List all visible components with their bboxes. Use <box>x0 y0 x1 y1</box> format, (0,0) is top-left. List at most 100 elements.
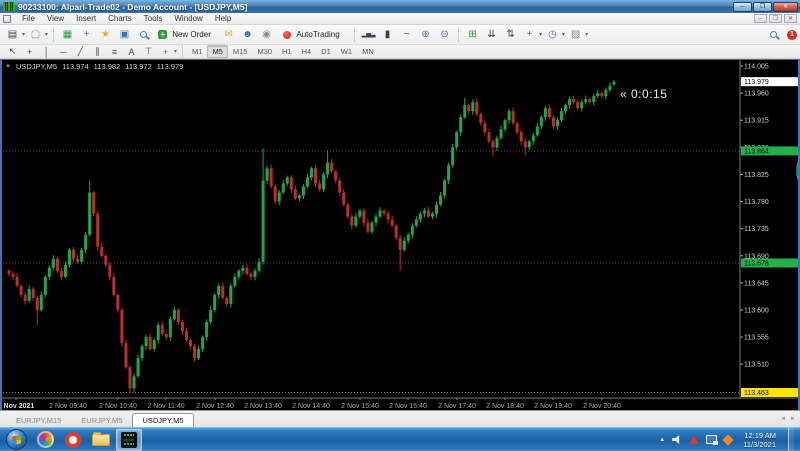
chart-borders: 114.005113.960113.915113.870113.825113.7… <box>0 60 800 398</box>
cursor-tool-button[interactable]: ↖ <box>5 46 20 58</box>
time-axis-label: 2 Nov 2021 <box>0 403 34 410</box>
menu-view[interactable]: View <box>41 14 70 23</box>
taskbar-browser-button[interactable] <box>32 429 58 451</box>
show-hidden-icons-button[interactable]: ▲ <box>659 437 665 443</box>
zoom-in-button[interactable]: ⊕ <box>417 27 434 43</box>
taskbar-alpari-button[interactable]: alpari <box>116 429 142 451</box>
text-label-tool-button[interactable]: ⊤ <box>141 46 156 58</box>
shapes-tool-button[interactable]: + <box>158 46 173 58</box>
arrange-horizontal-button[interactable]: ⇅ <box>502 27 519 43</box>
bid-price-tag: 113.979 <box>741 77 798 86</box>
terminal-button[interactable]: ▣ <box>116 27 133 43</box>
profiles-dropdown-arrow[interactable]: ▾ <box>45 31 48 38</box>
community-button[interactable]: ☻ <box>239 27 256 43</box>
start-button[interactable] <box>6 429 27 450</box>
child-restore-button[interactable]: ❐ <box>769 14 782 23</box>
show-desktop-button[interactable] <box>788 428 794 451</box>
navigator-button[interactable]: ★ <box>97 27 114 43</box>
market-watch-button[interactable]: ▦ <box>59 27 76 43</box>
menu-help[interactable]: Help <box>209 14 237 23</box>
network-icon[interactable] <box>706 435 717 444</box>
taskbar-opera-button[interactable] <box>60 429 86 451</box>
strategy-tester-button[interactable] <box>135 27 152 43</box>
indicators-button[interactable]: + <box>521 27 538 43</box>
price-axis-label: 113.600 <box>744 307 769 314</box>
templates-button[interactable]: ▨ <box>567 27 584 43</box>
channel-tool-button[interactable]: ∥ <box>90 46 105 58</box>
tile-windows-button[interactable]: ⊞ <box>464 27 481 43</box>
bar-chart-button[interactable]: ▂▅▃ <box>360 27 377 43</box>
templates-dropdown-arrow[interactable]: ▾ <box>585 31 588 38</box>
crosshair-tool-button[interactable]: + <box>22 46 37 58</box>
text-tool-button[interactable]: A <box>124 46 139 58</box>
tab-eurjpy-m15[interactable]: EURJPY,M15 <box>6 413 71 427</box>
child-minimize-button[interactable]: ─ <box>754 14 767 23</box>
taskbar-clock[interactable]: 12:19 AM 11/3/2021 <box>743 431 776 449</box>
time-axis: 2 Nov 20212 Nov 09:402 Nov 10:402 Nov 11… <box>0 398 621 410</box>
menu-window[interactable]: Window <box>168 14 208 23</box>
taskbar-explorer-button[interactable] <box>88 429 114 451</box>
timeframe-d1-button[interactable]: D1 <box>316 45 336 58</box>
periods-dropdown-arrow[interactable]: ▾ <box>562 31 565 38</box>
timeframe-w1-button[interactable]: W1 <box>336 45 357 58</box>
line-chart-button[interactable]: ~ <box>398 27 415 43</box>
price-axis-label: 114.005 <box>744 64 769 71</box>
tab-usdjpy-m5[interactable]: USDJPY,M5 <box>132 413 193 428</box>
tab-scroll-arrows: ◄ ► <box>780 416 796 422</box>
new-chart-dropdown-arrow[interactable]: ▾ <box>22 31 25 38</box>
profiles-button[interactable]: ▢ <box>27 27 44 43</box>
news-button[interactable]: ◉ <box>258 27 275 43</box>
trendline-tool-button[interactable]: ╱ <box>73 46 88 58</box>
timeframe-h4-button[interactable]: H4 <box>297 45 317 58</box>
timeframe-m1-button[interactable]: M1 <box>187 45 207 58</box>
timeframe-h1-button[interactable]: H1 <box>277 45 297 58</box>
shapes-dropdown-arrow[interactable]: ▾ <box>174 48 177 55</box>
price-axis-label: 113.555 <box>744 335 769 342</box>
close-button[interactable]: ✕ <box>773 2 798 12</box>
tab-eurjpy-m5[interactable]: EURJPY,M5 <box>71 413 132 427</box>
standard-toolbar: ▤ ▾ ▢ ▾ ▦ + ★ ▣ + New Order ✉ ☻ ◉ AutoTr… <box>0 25 800 45</box>
metaeditor-button[interactable]: ✉ <box>220 27 237 43</box>
candlestick-chart-button[interactable]: ▮ <box>379 27 396 43</box>
windows-logo-icon <box>12 436 21 444</box>
timeframe-m5-button[interactable]: M5 <box>207 45 227 58</box>
time-axis-label: 2 Nov 19:40 <box>534 403 572 410</box>
indicators-dropdown-arrow[interactable]: ▾ <box>539 31 542 38</box>
timeframe-m30-button[interactable]: M30 <box>252 45 277 58</box>
timeframe-m15-button[interactable]: M15 <box>228 45 253 58</box>
notification-badge[interactable]: 1 <box>787 30 797 40</box>
folder-icon <box>92 434 110 446</box>
fibonacci-tool-button[interactable]: ≡ <box>107 46 122 58</box>
menu-tools[interactable]: Tools <box>138 14 169 23</box>
search-icon <box>770 31 777 38</box>
tab-scroll-left-icon[interactable]: ◄ <box>780 416 786 422</box>
price-chart[interactable]: 114.005113.960113.915113.870113.825113.7… <box>0 60 800 411</box>
time-axis-label: 2 Nov 13:40 <box>244 403 282 410</box>
browser-swirl-icon <box>37 431 54 448</box>
timeframe-mn-button[interactable]: MN <box>357 45 379 58</box>
search-button[interactable] <box>765 27 782 43</box>
arrange-vertical-button[interactable]: ⇊ <box>483 27 500 43</box>
maximize-button[interactable]: ❐ <box>753 2 772 12</box>
data-window-button[interactable]: + <box>78 27 95 43</box>
ohlc-high: 113.982 <box>94 62 121 71</box>
volume-icon[interactable] <box>672 435 682 444</box>
toolbar-separator <box>53 28 54 42</box>
tab-scroll-right-icon[interactable]: ► <box>790 416 796 422</box>
child-close-button[interactable]: ✕ <box>784 14 797 23</box>
vertical-line-tool-button[interactable]: │ <box>39 46 54 58</box>
new-order-button[interactable]: + New Order <box>154 27 218 43</box>
menu-file[interactable]: File <box>16 14 41 23</box>
autotrading-button[interactable]: AutoTrading <box>277 27 349 43</box>
minimize-button[interactable]: ─ <box>733 2 752 12</box>
chart-area[interactable]: 114.005113.960113.915113.870113.825113.7… <box>0 59 800 410</box>
menu-charts[interactable]: Charts <box>102 14 138 23</box>
one-click-trading-toggle-icon[interactable]: ▼ <box>5 64 11 70</box>
new-chart-button[interactable]: ▤ <box>4 27 21 43</box>
menu-insert[interactable]: Insert <box>70 14 102 23</box>
tray-alert-icon[interactable] <box>689 435 699 444</box>
horizontal-line-tool-button[interactable]: ─ <box>56 46 71 58</box>
zoom-out-button[interactable]: ⊖ <box>436 27 453 43</box>
tray-alpari-icon[interactable] <box>723 434 734 445</box>
periods-button[interactable]: ◷ <box>544 27 561 43</box>
